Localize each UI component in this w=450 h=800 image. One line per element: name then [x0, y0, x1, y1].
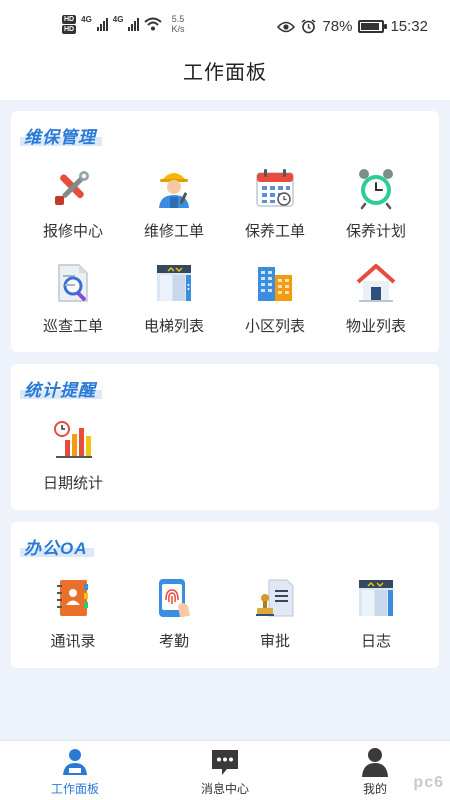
wifi-icon — [144, 17, 163, 31]
section-maintenance: 维保管理 报修中心 维修工单 保养工单 保养计划 巡查工单 电梯列表 小区列表 … — [11, 111, 439, 352]
hd-indicator: HD HD — [62, 14, 77, 34]
grid-item-label: 考勤 — [158, 633, 189, 650]
clock-time: 15:32 — [390, 18, 428, 35]
person-icon — [362, 748, 388, 777]
nav-label: 消息中心 — [200, 782, 249, 796]
grid-item-approval[interactable]: 审批 — [225, 576, 325, 656]
document-search-icon — [58, 264, 88, 302]
grid-item-repair-orders[interactable]: 维修工单 — [124, 166, 224, 246]
grid-item-date-statistics[interactable]: 日期统计 — [23, 418, 123, 498]
stamp-document-icon — [256, 579, 294, 617]
grid-item-label: 巡查工单 — [42, 318, 103, 335]
battery-percent: 78% — [322, 18, 353, 35]
nav-label: 我的 — [362, 782, 387, 796]
grid-item-label: 保养工单 — [244, 223, 305, 240]
grid-item-label: 通讯录 — [50, 633, 96, 650]
eye-icon — [277, 21, 296, 32]
page-title: 工作面板 — [0, 56, 450, 100]
watermark-logo: pc6 — [413, 774, 444, 791]
grid-item-maintenance-orders[interactable]: 保养工单 — [225, 166, 325, 246]
grid-item-label: 日志 — [360, 633, 391, 650]
grid-item-maintenance-plan[interactable]: 保养计划 — [326, 166, 426, 246]
grid-item-repair-center[interactable]: 报修中心 — [23, 166, 123, 246]
grid-item-label: 日期统计 — [42, 475, 103, 492]
grid-item-label: 物业列表 — [345, 318, 406, 335]
section-statistics: 统计提醒 日期统计 — [11, 364, 439, 510]
dashboard-user-icon — [63, 749, 87, 775]
alarm-clock-icon — [359, 169, 393, 210]
grid-item-label: 维修工单 — [143, 223, 204, 240]
grid-item-label: 保养计划 — [345, 223, 406, 240]
grid-item-community-list[interactable]: 小区列表 — [225, 261, 325, 341]
calendar-icon — [256, 169, 294, 207]
signal-icon-2 — [128, 17, 140, 31]
network-type-label: 4G — [81, 15, 92, 24]
worker-icon — [159, 173, 189, 208]
status-bar: HD HD 4G 4G 5.5 K/s 78% 15:32 — [0, 0, 450, 56]
tools-icon — [55, 171, 89, 205]
elevator-icon — [157, 265, 191, 301]
section-title: 办公OA — [20, 534, 93, 559]
grid-item-log[interactable]: 日志 — [326, 576, 426, 656]
status-bar-right: 78% 15:32 — [277, 18, 428, 35]
grid-item-property-list[interactable]: 物业列表 — [326, 261, 426, 341]
section-title: 维保管理 — [20, 123, 102, 148]
grid-item-label: 报修中心 — [42, 223, 103, 240]
log-panel-icon — [359, 580, 393, 616]
nav-label: 工作面板 — [50, 782, 99, 796]
grid-item-contacts[interactable]: 通讯录 — [23, 576, 123, 656]
grid-item-label: 审批 — [259, 633, 290, 650]
buildings-icon — [258, 267, 292, 301]
status-bar-left: HD HD 4G 4G 5.5 K/s — [62, 14, 184, 34]
nav-item-messages[interactable]: 消息中心 — [150, 741, 300, 800]
bottom-nav: 工作面板 消息中心 我的 pc6 — [0, 740, 450, 800]
fingerprint-icon — [159, 579, 190, 617]
grid-item-inspection-orders[interactable]: 巡查工单 — [23, 261, 123, 341]
grid-item-label: 小区列表 — [244, 318, 305, 335]
grid-item-elevator-list[interactable]: 电梯列表 — [124, 261, 224, 341]
grid-item-attendance[interactable]: 考勤 — [124, 576, 224, 656]
network-speed: 5.5 K/s — [171, 14, 185, 34]
battery-icon — [358, 20, 388, 33]
signal-icon — [96, 17, 108, 31]
section-title: 统计提醒 — [20, 376, 102, 401]
chat-bubble-icon — [212, 750, 238, 775]
grid-item-label: 电梯列表 — [143, 318, 204, 335]
network-type-label-2: 4G — [112, 15, 124, 24]
bar-chart-clock-icon — [54, 421, 92, 458]
nav-item-dashboard[interactable]: 工作面板 — [0, 741, 150, 800]
section-office-oa: 办公OA 通讯录 考勤 审批 日志 — [11, 522, 439, 668]
house-icon — [356, 264, 396, 302]
contacts-book-icon — [57, 580, 88, 616]
alarm-icon — [301, 19, 316, 34]
